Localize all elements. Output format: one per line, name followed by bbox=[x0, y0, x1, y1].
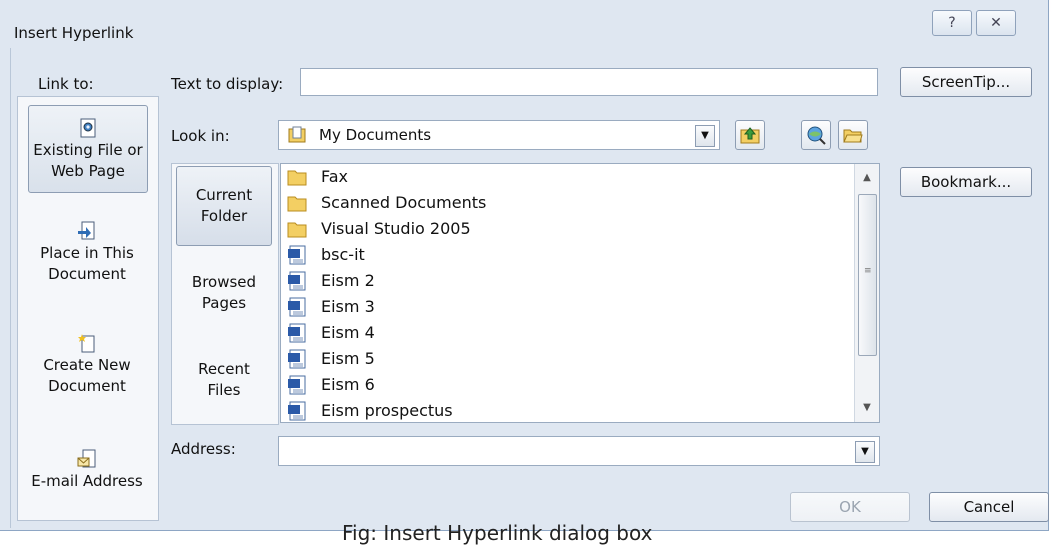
email-icon bbox=[77, 449, 96, 468]
link-to-sidebar: Existing File or Web Page Place in This … bbox=[17, 96, 159, 521]
sidebar-item-email-address[interactable]: E-mail Address bbox=[28, 449, 146, 492]
link-to-heading: Link to: bbox=[38, 75, 94, 93]
nav-item-label: Files bbox=[207, 381, 241, 399]
nav-item-label: Recent bbox=[198, 360, 250, 378]
file-list: Fax Scanned Documents Visual Studio 2005… bbox=[280, 163, 880, 423]
chevron-down-icon[interactable]: ▼ bbox=[855, 441, 875, 463]
nav-current-folder[interactable]: Current Folder bbox=[176, 166, 272, 246]
existing-file-icon bbox=[80, 118, 96, 138]
browse-file-button[interactable] bbox=[838, 120, 868, 150]
file-name: Eism 4 bbox=[321, 323, 375, 342]
file-name: Scanned Documents bbox=[321, 193, 487, 212]
sidebar-item-label: Document bbox=[48, 265, 126, 283]
create-new-document-icon bbox=[78, 334, 95, 353]
file-name: bsc-it bbox=[321, 245, 365, 264]
look-in-dropdown[interactable]: My Documents ▼ bbox=[278, 120, 720, 150]
nav-item-label: Current bbox=[195, 186, 253, 204]
word-document-icon bbox=[288, 401, 306, 421]
word-document-icon bbox=[288, 297, 306, 317]
window-left-border bbox=[0, 48, 11, 528]
help-icon: ? bbox=[948, 15, 956, 31]
address-input[interactable]: ▼ bbox=[278, 436, 880, 466]
figure-caption: Fig: Insert Hyperlink dialog box bbox=[342, 521, 653, 545]
scroll-up-icon[interactable]: ▲ bbox=[855, 168, 879, 188]
browse-navigation: Current Folder Browsed Pages Recent File… bbox=[171, 163, 279, 425]
sidebar-item-label: Web Page bbox=[51, 162, 125, 180]
browse-web-button[interactable] bbox=[801, 120, 831, 150]
folder-icon bbox=[287, 222, 307, 238]
title-bar: Insert Hyperlink ? ✕ bbox=[0, 10, 1048, 46]
nav-recent-files[interactable]: Recent Files bbox=[176, 359, 272, 401]
nav-item-label: Pages bbox=[201, 294, 247, 312]
nav-item-label: Folder bbox=[200, 207, 248, 225]
file-name: Eism 3 bbox=[321, 297, 375, 316]
address-label: Address: bbox=[171, 440, 236, 458]
file-name: Eism 2 bbox=[321, 271, 375, 290]
file-name: Visual Studio 2005 bbox=[321, 219, 471, 238]
cancel-button[interactable]: Cancel bbox=[929, 492, 1049, 522]
word-document-icon bbox=[288, 245, 306, 265]
scroll-down-icon[interactable]: ▼ bbox=[855, 398, 879, 418]
nav-browsed-pages[interactable]: Browsed Pages bbox=[176, 272, 272, 314]
text-to-display-label: Text to display: bbox=[171, 75, 284, 93]
file-list-scrollbar[interactable]: ▲ ≡ ▼ bbox=[854, 164, 879, 422]
open-folder-icon bbox=[843, 129, 863, 143]
look-in-label: Look in: bbox=[171, 127, 230, 145]
sidebar-item-label: Place in This bbox=[40, 244, 134, 262]
file-name: Fax bbox=[321, 167, 349, 186]
dialog-title: Insert Hyperlink bbox=[14, 24, 134, 42]
word-document-icon bbox=[288, 271, 306, 291]
up-folder-icon bbox=[740, 127, 760, 144]
word-document-icon bbox=[288, 375, 306, 395]
sidebar-item-create-new-document[interactable]: Create New Document bbox=[28, 333, 146, 397]
word-document-icon bbox=[288, 323, 306, 343]
my-documents-icon bbox=[288, 126, 306, 143]
sidebar-item-label: Document bbox=[48, 377, 126, 395]
close-button[interactable]: ✕ bbox=[976, 10, 1016, 36]
scrollbar-thumb[interactable]: ≡ bbox=[858, 194, 877, 356]
folder-icon bbox=[287, 170, 307, 186]
nav-item-label: Browsed bbox=[191, 273, 257, 291]
sidebar-item-label: Existing File or bbox=[33, 141, 143, 159]
file-name: Eism 6 bbox=[321, 375, 375, 394]
text-to-display-input[interactable] bbox=[300, 68, 878, 96]
grip-icon: ≡ bbox=[864, 266, 872, 276]
help-button[interactable]: ? bbox=[932, 10, 972, 36]
ok-button[interactable]: OK bbox=[790, 492, 910, 522]
chevron-down-icon[interactable]: ▼ bbox=[695, 125, 715, 147]
sidebar-item-existing-file[interactable]: Existing File or Web Page bbox=[28, 105, 148, 193]
word-document-icon bbox=[288, 349, 306, 369]
screentip-button[interactable]: ScreenTip... bbox=[900, 67, 1032, 97]
sidebar-item-place-in-document[interactable]: Place in This Document bbox=[28, 221, 146, 285]
file-name: Eism prospectus bbox=[321, 401, 453, 420]
sidebar-item-label: Create New bbox=[43, 356, 131, 374]
insert-hyperlink-dialog: Insert Hyperlink ? ✕ Link to: Existing F… bbox=[0, 0, 1049, 531]
folder-icon bbox=[287, 196, 307, 212]
look-in-value: My Documents bbox=[319, 126, 432, 144]
bookmark-button[interactable]: Bookmark... bbox=[900, 167, 1032, 197]
browse-web-icon bbox=[807, 126, 826, 145]
sidebar-item-label: E-mail Address bbox=[31, 472, 143, 490]
place-in-document-icon bbox=[78, 221, 95, 240]
close-icon: ✕ bbox=[990, 15, 1002, 31]
file-name: Eism 5 bbox=[321, 349, 375, 368]
up-one-folder-button[interactable] bbox=[735, 120, 765, 150]
